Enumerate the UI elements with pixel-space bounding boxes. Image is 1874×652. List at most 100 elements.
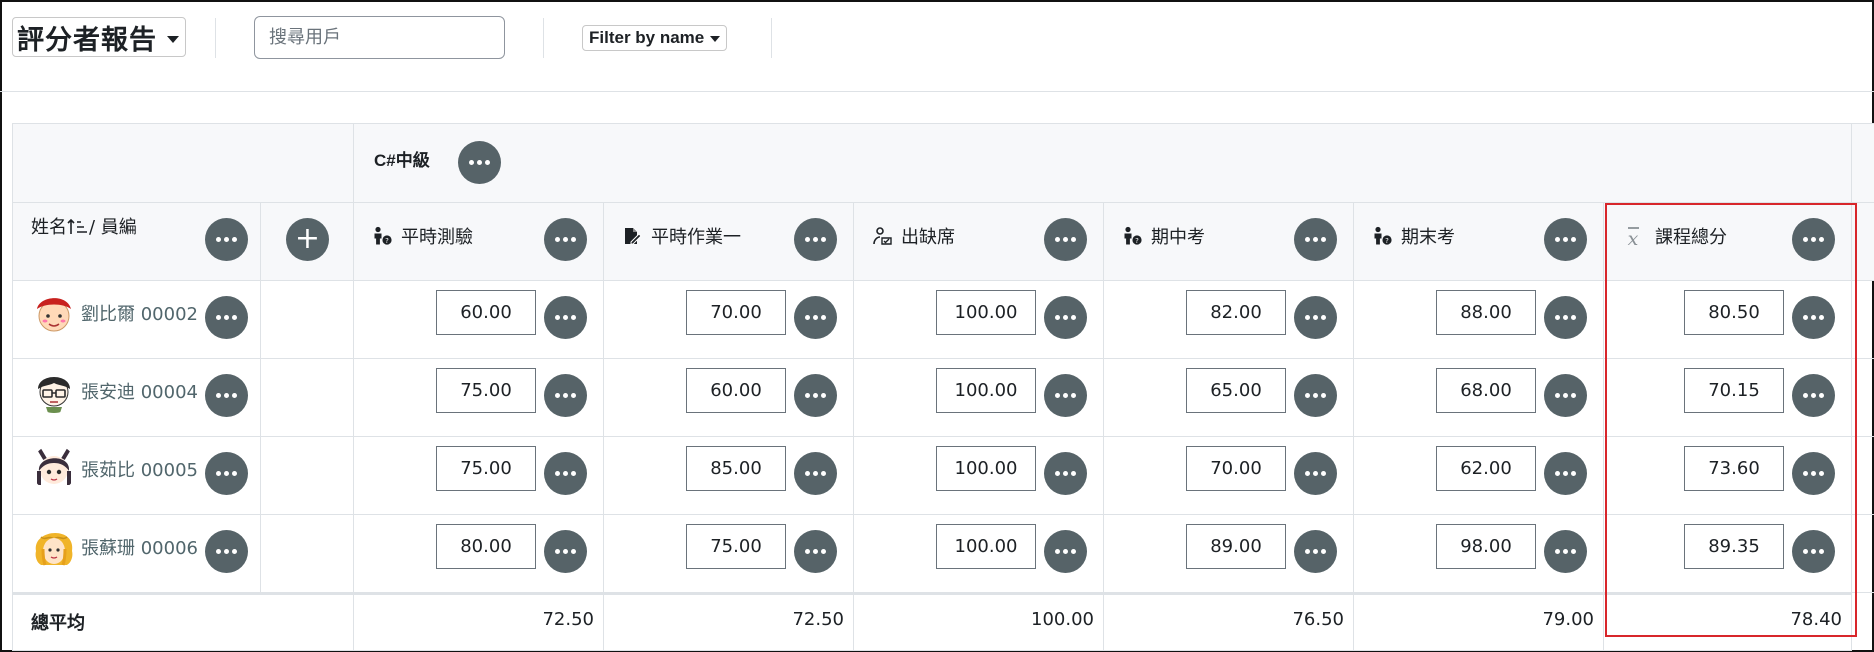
student-name-link[interactable]: 張茹比 00005 xyxy=(81,456,198,482)
grade-actions-button[interactable] xyxy=(544,530,587,573)
spacer-cell xyxy=(261,437,354,515)
student-actions-button[interactable] xyxy=(205,530,248,573)
student-actions-button[interactable] xyxy=(205,374,248,417)
grade-actions-button[interactable] xyxy=(794,530,837,573)
grade-input[interactable] xyxy=(436,290,536,335)
grade-column-title[interactable]: x 課程總分 xyxy=(1622,223,1727,250)
avatar[interactable] xyxy=(31,445,77,491)
grade-input[interactable] xyxy=(1186,290,1286,335)
grade-actions-button[interactable] xyxy=(544,296,587,339)
student-name-link[interactable]: 張安迪 00004 xyxy=(81,378,198,404)
grade-actions-button[interactable] xyxy=(1294,374,1337,417)
grade-actions-button[interactable] xyxy=(794,296,837,339)
toolbar-divider xyxy=(215,18,216,58)
student-name-link[interactable]: 劉比爾 00002 xyxy=(81,300,198,326)
grade-actions-button[interactable] xyxy=(1544,452,1587,495)
student-name-link[interactable]: 張蘇珊 00006 xyxy=(81,534,198,560)
search-users-input[interactable] xyxy=(254,16,505,59)
grade-column-actions-button[interactable] xyxy=(1294,218,1337,261)
grade-actions-button[interactable] xyxy=(1544,530,1587,573)
grade-input[interactable] xyxy=(1684,290,1784,335)
grade-column-actions-button[interactable] xyxy=(544,218,587,261)
grade-actions-button[interactable] xyxy=(1792,374,1835,417)
student-actions-button[interactable] xyxy=(205,296,248,339)
average-value: 78.40 xyxy=(1790,609,1842,630)
grade-column-title[interactable]: 出缺席 xyxy=(872,223,955,249)
grade-column-header: ? 期中考 xyxy=(1104,203,1354,281)
grade-input[interactable] xyxy=(686,524,786,569)
grade-input[interactable] xyxy=(1684,446,1784,491)
grade-input[interactable] xyxy=(1684,368,1784,413)
grade-column-title[interactable]: 平時作業一 xyxy=(622,223,741,249)
grade-column-title[interactable]: ? 平時測驗 xyxy=(372,223,473,249)
grade-cell xyxy=(604,515,854,593)
grade-actions-button[interactable] xyxy=(794,374,837,417)
grade-input[interactable] xyxy=(436,368,536,413)
grade-input[interactable] xyxy=(1186,368,1286,413)
grade-column-actions-button[interactable] xyxy=(794,218,837,261)
grade-column-actions-button[interactable] xyxy=(1544,218,1587,261)
grade-input[interactable] xyxy=(936,524,1036,569)
manual-grade-icon: ? xyxy=(1372,226,1392,246)
grade-actions-button[interactable] xyxy=(544,452,587,495)
chevron-down-icon xyxy=(167,35,179,43)
grade-input[interactable] xyxy=(1186,524,1286,569)
grade-input[interactable] xyxy=(1436,446,1536,491)
name-sort-link[interactable]: 姓名 xyxy=(31,217,67,238)
grade-input[interactable] xyxy=(436,524,536,569)
add-item-button[interactable]: + xyxy=(286,218,329,261)
grade-input[interactable] xyxy=(1436,524,1536,569)
category-title: C#中級 xyxy=(374,151,430,170)
grade-input[interactable] xyxy=(686,446,786,491)
student-actions-button[interactable] xyxy=(205,452,248,495)
grade-actions-button[interactable] xyxy=(1044,374,1087,417)
grade-column-title[interactable]: ? 期中考 xyxy=(1122,223,1205,249)
category-actions-button[interactable] xyxy=(458,141,501,184)
grade-actions-button[interactable] xyxy=(1792,530,1835,573)
grade-cell xyxy=(1604,515,1852,593)
grade-cell xyxy=(1104,281,1354,359)
grade-actions-button[interactable] xyxy=(1294,296,1337,339)
grade-column-title[interactable]: ? 期末考 xyxy=(1372,223,1455,249)
grade-input[interactable] xyxy=(936,290,1036,335)
grade-cell xyxy=(1604,281,1852,359)
grade-input[interactable] xyxy=(1684,524,1784,569)
grade-actions-button[interactable] xyxy=(544,374,587,417)
grade-column-header: 出缺席 xyxy=(854,203,1104,281)
grade-input[interactable] xyxy=(686,368,786,413)
grade-column-label: 期末考 xyxy=(1401,227,1455,248)
svg-text:x: x xyxy=(1628,228,1639,248)
grade-column-actions-button[interactable] xyxy=(1044,218,1087,261)
name-column-actions-button[interactable] xyxy=(205,218,248,261)
grade-input[interactable] xyxy=(1186,446,1286,491)
student-name-cell: 張茹比 00005 xyxy=(12,437,261,515)
grade-actions-button[interactable] xyxy=(1044,452,1087,495)
grade-actions-button[interactable] xyxy=(1294,530,1337,573)
grade-cell xyxy=(1604,359,1852,437)
grade-actions-button[interactable] xyxy=(1044,530,1087,573)
grade-actions-button[interactable] xyxy=(1792,296,1835,339)
avatar[interactable] xyxy=(31,523,77,569)
grade-cell xyxy=(1104,359,1354,437)
grade-actions-button[interactable] xyxy=(1544,296,1587,339)
grade-actions-button[interactable] xyxy=(1792,452,1835,495)
grade-input[interactable] xyxy=(686,290,786,335)
grade-actions-button[interactable] xyxy=(1044,296,1087,339)
sort-ascending-icon[interactable] xyxy=(67,216,89,236)
grade-input[interactable] xyxy=(1436,290,1536,335)
spacer-cell xyxy=(261,359,354,437)
grade-input[interactable] xyxy=(936,446,1036,491)
grade-column-actions-button[interactable] xyxy=(1792,218,1835,261)
grade-actions-button[interactable] xyxy=(1294,452,1337,495)
grade-input[interactable] xyxy=(936,368,1036,413)
grade-cell xyxy=(854,515,1104,593)
grade-actions-button[interactable] xyxy=(1544,374,1587,417)
grade-actions-button[interactable] xyxy=(794,452,837,495)
grade-input[interactable] xyxy=(1436,368,1536,413)
filter-by-name-button[interactable]: Filter by name xyxy=(582,25,728,51)
avatar[interactable] xyxy=(31,289,77,335)
report-selector[interactable]: 評分者報告 xyxy=(12,17,186,57)
avatar[interactable] xyxy=(31,367,77,413)
grade-input[interactable] xyxy=(436,446,536,491)
grade-cell xyxy=(604,437,854,515)
